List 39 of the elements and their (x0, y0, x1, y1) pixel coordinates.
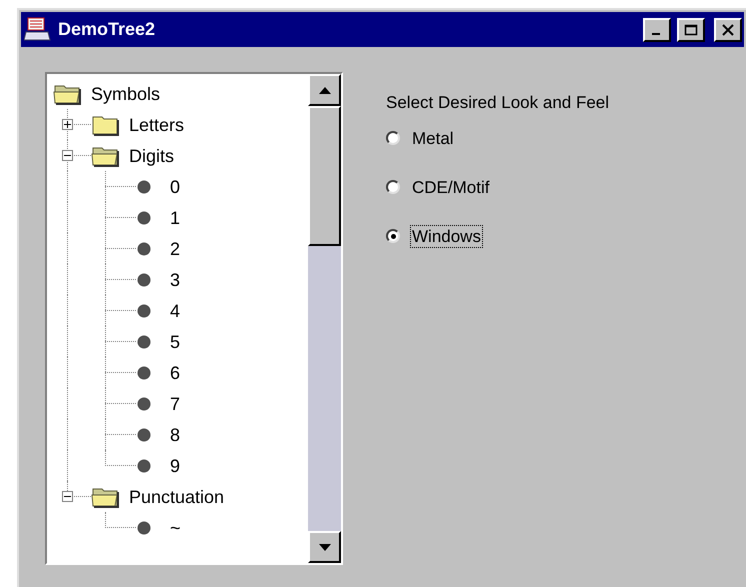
tree-node-label[interactable]: 8 (170, 426, 180, 444)
tree-node-label[interactable]: Symbols (91, 84, 160, 102)
tree-node-label[interactable]: 9 (170, 456, 180, 474)
tree-node-label[interactable]: Letters (129, 116, 184, 134)
up-arrow-icon (318, 86, 330, 94)
tree-node-label[interactable]: 2 (170, 240, 180, 258)
tree-node-label[interactable]: 3 (170, 270, 180, 288)
collapse-icon[interactable] (62, 150, 73, 161)
look-and-feel-heading: Select Desired Look and Feel (386, 94, 610, 111)
tree-node-label[interactable]: 7 (170, 394, 180, 412)
radio-button[interactable] (386, 131, 400, 145)
tree-node-label[interactable]: 4 (170, 302, 180, 320)
radio-label[interactable]: Windows (410, 224, 483, 248)
tree-node-label[interactable]: 1 (170, 208, 180, 226)
tree-node-label[interactable]: 6 (170, 364, 180, 382)
scrollbar[interactable] (308, 74, 341, 563)
close-button[interactable] (714, 18, 742, 42)
maximize-button[interactable] (677, 18, 705, 42)
window-title: DemoTree2 (58, 18, 156, 41)
scroll-thumb[interactable] (308, 106, 341, 246)
down-arrow-icon (318, 544, 330, 550)
tree-node-label[interactable]: 0 (170, 178, 180, 196)
maximize-icon (684, 24, 698, 36)
radio-label[interactable]: Metal (410, 126, 456, 150)
app-icon (24, 16, 52, 44)
radio-button[interactable] (386, 229, 400, 243)
radio-label[interactable]: CDE/Motif (410, 176, 492, 198)
scroll-down-button[interactable] (308, 531, 341, 563)
expand-icon[interactable] (62, 119, 73, 130)
close-icon (722, 24, 734, 36)
minimize-button[interactable] (643, 18, 671, 42)
tree-node-label[interactable]: ~ (170, 518, 181, 536)
tree-node-label[interactable]: Punctuation (129, 488, 224, 506)
minimize-icon (652, 33, 660, 35)
radio-button[interactable] (386, 180, 400, 194)
tree-node-label[interactable]: Digits (129, 146, 174, 164)
scroll-up-button[interactable] (308, 74, 341, 106)
collapse-icon[interactable] (62, 491, 73, 502)
tree-node-label[interactable]: 5 (170, 332, 180, 350)
